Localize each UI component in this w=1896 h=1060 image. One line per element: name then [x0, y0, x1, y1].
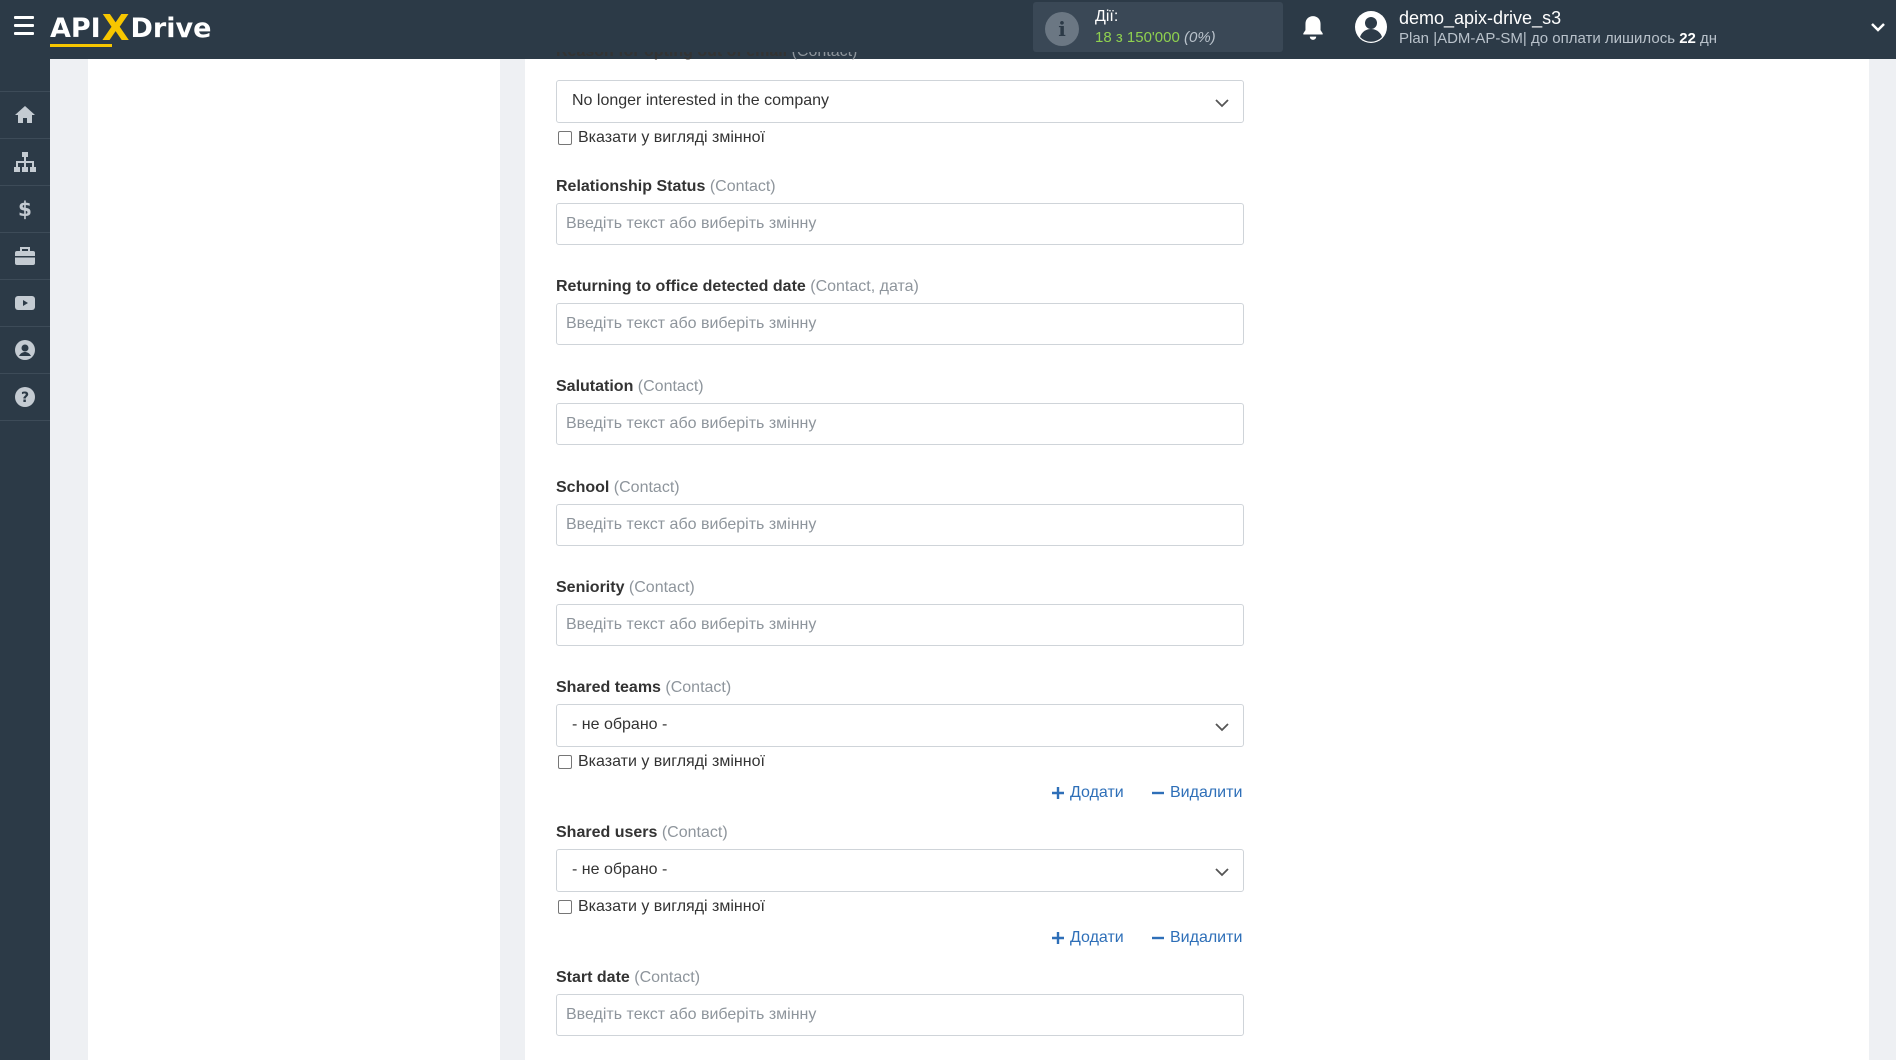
remove-button[interactable]: Видалити	[1151, 784, 1242, 802]
add-button[interactable]: Додати	[1051, 784, 1124, 802]
reason-opt-out-select[interactable]: No longer interested in the company	[556, 80, 1244, 123]
user-name[interactable]: demo_apix-drive_s3	[1399, 8, 1561, 29]
select-value: - не обрано -	[572, 861, 668, 878]
logo-left: API	[50, 12, 101, 44]
sidebar-item-home[interactable]	[0, 92, 50, 139]
logo[interactable]: API X Drive	[50, 7, 212, 49]
relationship-status-input[interactable]	[556, 203, 1244, 245]
variable-checkbox[interactable]	[558, 755, 572, 769]
school-input[interactable]	[556, 504, 1244, 546]
sidebar-item-projects[interactable]	[0, 233, 50, 280]
field-label: Shared teams (Contact)	[556, 679, 732, 696]
actions-value: 18 з 150'000 (0%)	[1095, 29, 1216, 46]
shared-teams-select[interactable]: - не обрано -	[556, 704, 1244, 747]
briefcase-icon	[15, 247, 35, 265]
field-label: Start date (Contact)	[556, 969, 701, 986]
add-label: Додати	[1070, 784, 1124, 801]
variable-checkbox-label: Вказати у вигляді змінної	[578, 898, 765, 915]
remove-label: Видалити	[1170, 784, 1243, 801]
select-value: No longer interested in the company	[572, 92, 830, 109]
plus-icon	[1052, 932, 1064, 944]
sitemap-icon	[14, 152, 36, 172]
chevron-down-icon	[1215, 99, 1229, 108]
sidebar-item-account[interactable]	[0, 327, 50, 374]
home-icon	[15, 106, 35, 123]
sidebar-item-video[interactable]	[0, 280, 50, 327]
field-school: School (Contact)	[556, 478, 1244, 546]
remove-label: Видалити	[1170, 929, 1243, 946]
dollar-icon: $	[18, 197, 32, 221]
seniority-input[interactable]	[556, 604, 1244, 646]
field-relationship-status: Relationship Status (Contact)	[556, 177, 1244, 245]
avatar-icon[interactable]	[1354, 10, 1388, 44]
actions-percent: (0%)	[1184, 29, 1216, 46]
add-label: Додати	[1070, 929, 1124, 946]
field-reason-opt-out-control: No longer interested in the company Вказ…	[556, 80, 1244, 148]
field-shared-users: Shared users (Contact) - не обрано - Вка…	[556, 823, 1244, 917]
field-seniority: Seniority (Contact)	[556, 578, 1244, 646]
field-label: Salutation (Contact)	[556, 378, 704, 395]
actions-count: 18 з 150'000	[1095, 29, 1180, 46]
user-icon	[15, 340, 35, 360]
salutation-input[interactable]	[556, 403, 1244, 445]
field-label: Shared users (Contact)	[556, 824, 728, 841]
field-label: Returning to office detected date (Conta…	[556, 278, 919, 295]
video-icon	[15, 296, 35, 310]
actions-label: Дії:	[1095, 8, 1119, 25]
chevron-down-icon	[1215, 723, 1229, 732]
variable-checkbox[interactable]	[558, 131, 572, 145]
shared-users-actions: Додати Видалити	[556, 929, 1244, 951]
info-icon: i	[1045, 12, 1079, 46]
logo-x: X	[101, 7, 130, 49]
chevron-down-icon[interactable]	[1869, 18, 1887, 36]
variable-checkbox-label: Вказати у вигляді змінної	[578, 753, 765, 770]
plan-suffix: дн	[1695, 30, 1718, 47]
variable-checkbox-row[interactable]: Вказати у вигляді змінної	[556, 897, 1244, 917]
field-shared-teams: Shared teams (Contact) - не обрано - Вка…	[556, 678, 1244, 772]
svg-text:$: $	[18, 197, 32, 221]
variable-checkbox[interactable]	[558, 900, 572, 914]
minus-icon	[1152, 936, 1164, 940]
select-value: - не обрано -	[572, 716, 668, 733]
sidebar: $ ?	[0, 59, 50, 1060]
shared-users-select[interactable]: - не обрано -	[556, 849, 1244, 892]
variable-checkbox-label: Вказати у вигляді змінної	[578, 129, 765, 146]
svg-text:?: ?	[21, 390, 29, 406]
sidebar-item-connections[interactable]	[0, 139, 50, 186]
actions-counter[interactable]: i Дії: 18 з 150'000 (0%)	[1033, 2, 1283, 52]
variable-checkbox-row[interactable]: Вказати у вигляді змінної	[556, 128, 1244, 148]
sidebar-item-help[interactable]: ?	[0, 374, 50, 421]
field-label: Reason for opting out of email (Contact)	[556, 52, 1244, 60]
variable-checkbox-row[interactable]: Вказати у вигляді змінної	[556, 752, 1244, 772]
chevron-down-icon	[1215, 868, 1229, 877]
minus-icon	[1152, 791, 1164, 795]
field-returning-office-date: Returning to office detected date (Conta…	[556, 277, 1244, 345]
bell-icon[interactable]	[1300, 14, 1326, 42]
field-start-date: Start date (Contact)	[556, 968, 1244, 1036]
field-reason-opt-out: Reason for opting out of email (Contact)	[556, 52, 1244, 60]
logo-right: Drive	[130, 12, 212, 44]
returning-office-date-input[interactable]	[556, 303, 1244, 345]
field-salutation: Salutation (Contact)	[556, 377, 1244, 445]
top-bar: API X Drive i Дії: 18 з 150'000 (0%) demo_…	[0, 0, 1896, 59]
start-date-input[interactable]	[556, 994, 1244, 1036]
left-panel	[88, 59, 500, 1060]
shared-teams-actions: Додати Видалити	[556, 784, 1244, 806]
field-label: Relationship Status (Contact)	[556, 178, 776, 195]
field-label: Seniority (Contact)	[556, 579, 695, 596]
sidebar-item-billing[interactable]: $	[0, 186, 50, 233]
user-plan: Plan |ADM-AP-SM| до оплати лишилось 22 д…	[1399, 30, 1717, 47]
plus-icon	[1052, 787, 1064, 799]
plan-days: 22	[1679, 30, 1696, 47]
add-button[interactable]: Додати	[1051, 929, 1124, 947]
remove-button[interactable]: Видалити	[1151, 929, 1242, 947]
field-label: School (Contact)	[556, 479, 680, 496]
help-icon: ?	[15, 387, 35, 407]
plan-prefix: Plan |ADM-AP-SM| до оплати лишилось	[1399, 30, 1680, 47]
menu-icon[interactable]	[14, 16, 36, 36]
